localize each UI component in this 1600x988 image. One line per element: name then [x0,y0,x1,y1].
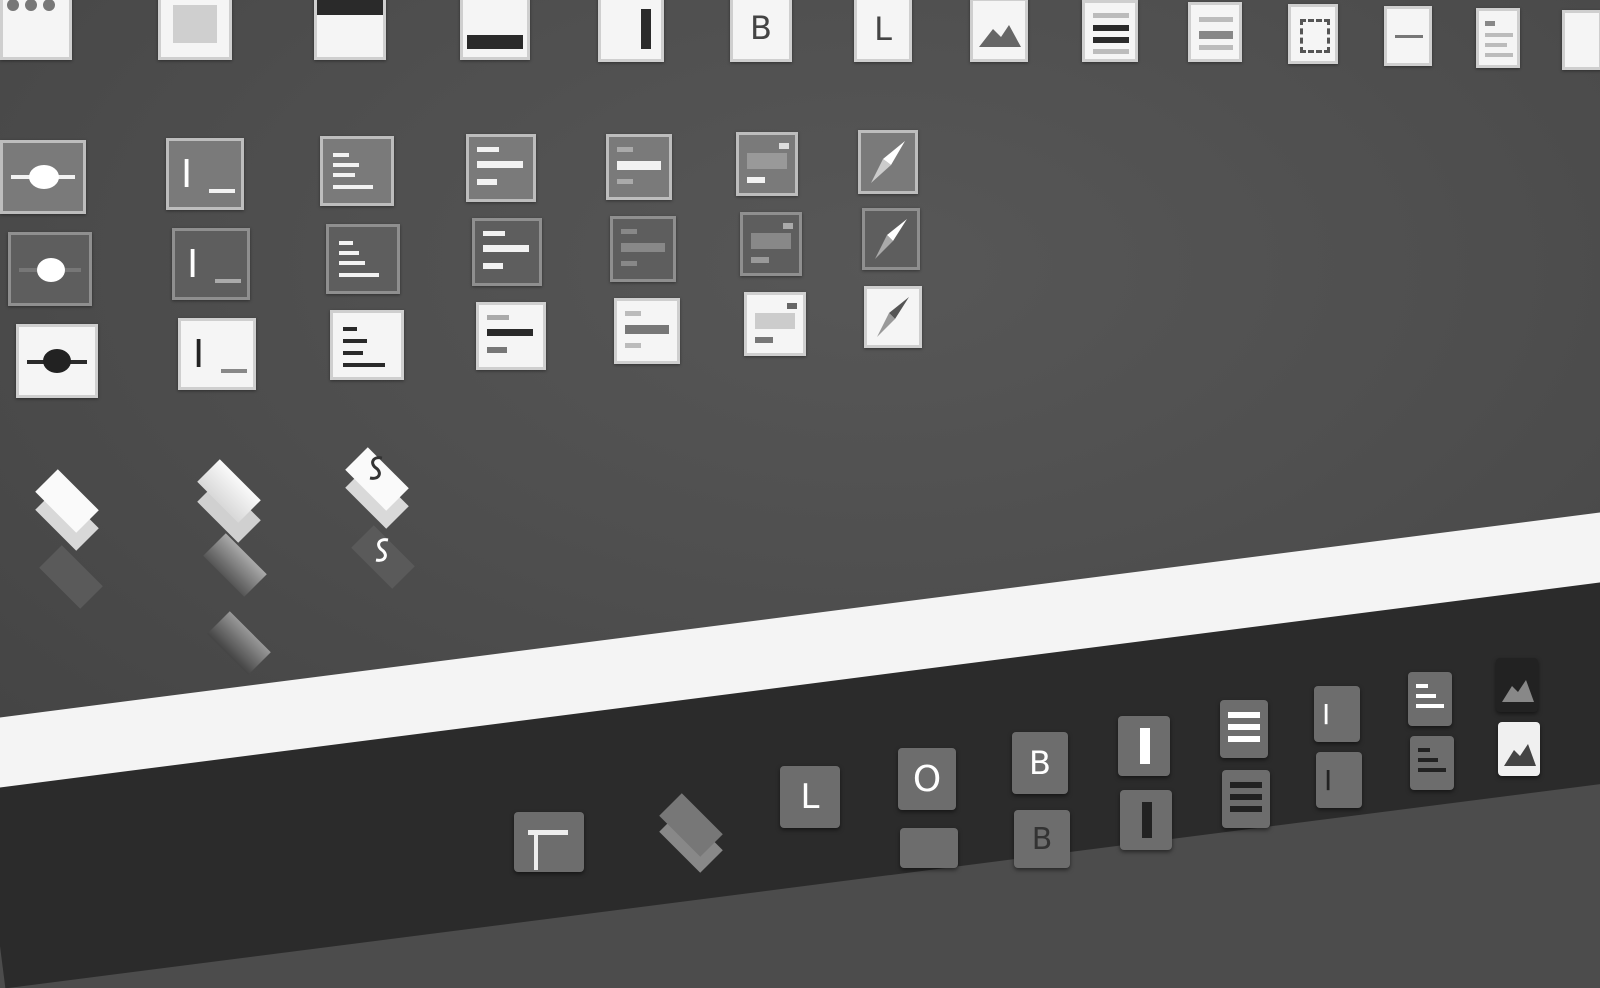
layers-icon[interactable] [28,469,118,551]
layers-tile-icon[interactable] [656,793,726,873]
label-tile-icon[interactable]: L [780,766,840,828]
paragraph-dark-icon[interactable] [326,224,400,294]
layer-single-dark-icon[interactable] [200,611,280,675]
form-dark-icon[interactable] [472,218,542,286]
blank-square-icon[interactable] [158,0,232,60]
footer-block-tile-icon[interactable] [514,812,584,872]
paragraph-icon[interactable] [320,136,394,206]
dialog-dark-icon[interactable] [740,212,802,276]
bold-icon[interactable]: B [730,0,792,62]
layers-gradient-icon[interactable] [190,459,270,543]
bold-tile-icon[interactable]: B [1012,732,1068,794]
header-block-icon[interactable] [314,0,386,60]
bold-glyph: B [1031,821,1053,857]
sketch-layers-icon[interactable] [340,447,420,529]
layers-dark-icon[interactable] [32,545,122,609]
image-tile-2-icon[interactable] [1498,722,1540,776]
dots-tile-icon[interactable] [0,0,72,60]
list-tile-2-icon[interactable] [1222,770,1270,828]
divider-icon[interactable] [1384,6,1432,66]
label-icon[interactable]: L [854,0,912,62]
paragraph-tile-icon[interactable] [1408,672,1452,726]
text-cursor-glyph: I [187,242,199,286]
list-tile-icon[interactable] [1220,700,1268,758]
bold-glyph: B [1029,744,1051,782]
form-icon[interactable] [466,134,536,202]
card-icon[interactable] [1476,8,1520,68]
compass-icon[interactable] [858,130,918,194]
text-field-light-icon[interactable]: I [178,318,256,390]
form-light-icon[interactable] [476,302,546,370]
slider-icon[interactable] [0,140,86,214]
paragraph-light-icon[interactable] [330,310,404,380]
compass-dark-icon[interactable] [862,208,920,270]
sketch-layer-icon[interactable] [346,525,426,589]
footer-block-icon[interactable] [460,0,530,60]
label-glyph: L [800,777,820,817]
text-field-tile-icon[interactable]: I [1314,686,1360,742]
compass-light-icon[interactable] [864,286,922,348]
dashed-frame-icon[interactable] [1288,4,1338,64]
bold-tile-2-icon[interactable]: B [1014,810,1070,868]
partial-tile-icon[interactable] [1562,10,1600,70]
dialog-light-icon[interactable] [744,292,806,356]
label-glyph: L [874,10,892,48]
slider-dark-icon[interactable] [8,232,92,306]
section-icon[interactable] [1188,2,1242,62]
text-cursor-glyph: I [1322,697,1331,731]
list-lines-icon[interactable] [1082,0,1138,62]
dialog-icon[interactable] [736,132,798,196]
image-tile-icon[interactable] [1496,658,1538,712]
slider-light-icon[interactable] [16,324,98,398]
panel-icon[interactable] [606,134,672,200]
panel-dark-icon[interactable] [610,216,676,282]
circle-tile-icon[interactable]: O [898,748,956,810]
circle-tile-2-icon[interactable] [900,828,958,868]
text-field-dark-icon[interactable]: I [172,228,250,300]
circle-glyph: O [912,758,942,800]
vertical-bar-icon[interactable] [598,0,664,62]
vertical-bar-tile-2-icon[interactable] [1120,790,1172,850]
layer-single-icon[interactable] [196,533,276,597]
text-cursor-glyph: I [181,152,193,196]
text-cursor-glyph: I [193,332,205,376]
text-field-icon[interactable]: I [166,138,244,210]
panel-light-icon[interactable] [614,298,680,364]
vertical-bar-tile-icon[interactable] [1118,716,1170,776]
image-icon[interactable] [970,0,1028,62]
text-cursor-glyph: I [1324,763,1333,797]
text-field-tile-2-icon[interactable]: I [1316,752,1362,808]
bold-glyph: B [750,9,772,47]
paragraph-tile-2-icon[interactable] [1410,736,1454,790]
